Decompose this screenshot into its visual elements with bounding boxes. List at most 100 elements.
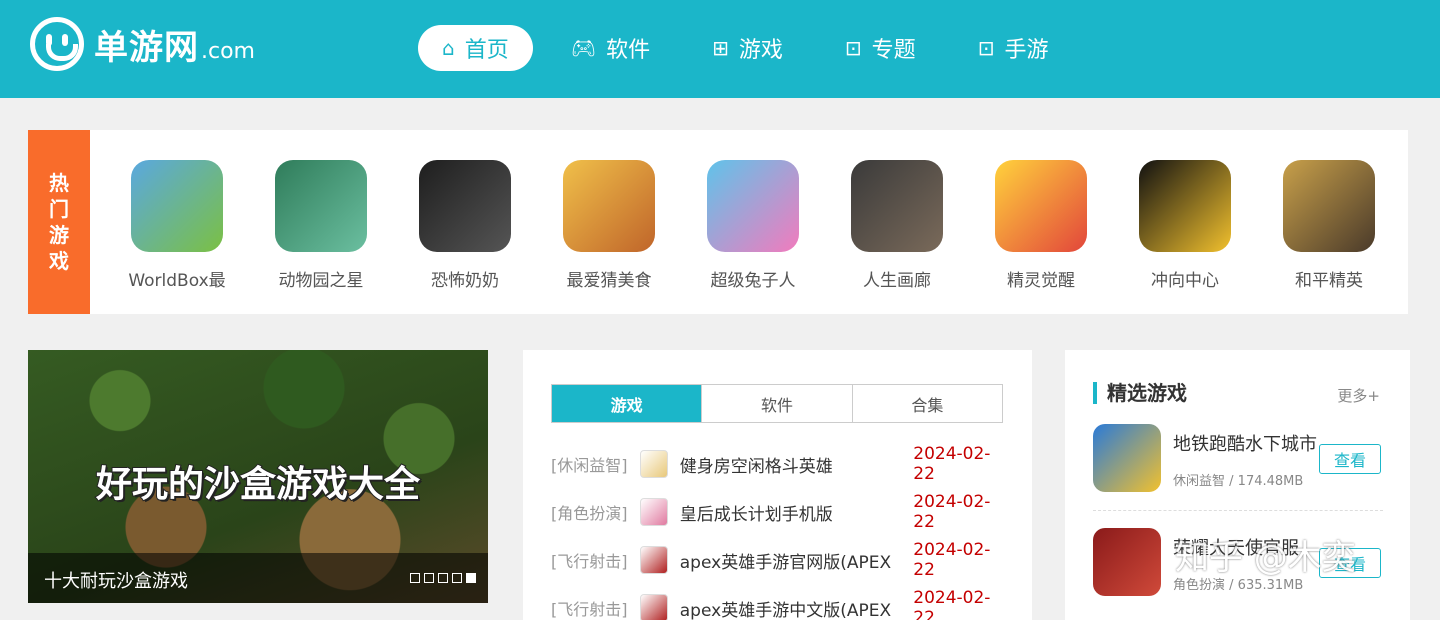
row-title[interactable]: apex英雄手游中文版(APEX xyxy=(680,596,913,620)
banner-caption[interactable]: 十大耐玩沙盒游戏 xyxy=(44,567,188,593)
hot-game-item[interactable]: 超级兔子人 xyxy=(688,160,818,291)
pikachu-icon xyxy=(995,160,1087,252)
game-thumb-icon xyxy=(640,546,668,574)
hot-games-label: 热门游戏 xyxy=(28,130,90,314)
hot-game-name: 精灵觉醒 xyxy=(1007,271,1075,291)
featured-title: 精选游戏 xyxy=(1093,382,1187,404)
hot-games-strip: 热门游戏 WorldBox最 动物园之星 恐怖奶奶 最爱猜美食 超级兔子人 人生画廊 精灵觉… xyxy=(28,130,1408,314)
hot-game-name: 动物园之星 xyxy=(278,271,364,291)
list-row[interactable]: [飞行射击] apex英雄手游中文版(APEX 2024-02-22 xyxy=(551,588,1011,620)
granny-icon xyxy=(419,160,511,252)
planet-zoo-icon xyxy=(275,160,367,252)
game-size: 635.31MB xyxy=(1237,578,1304,593)
game-thumb-icon xyxy=(640,450,668,478)
divider xyxy=(1093,510,1383,511)
center-icon xyxy=(1139,160,1231,252)
hot-game-name: 超级兔子人 xyxy=(710,271,796,291)
banner-pagination xyxy=(406,573,476,583)
game-category: 角色扮演 xyxy=(1173,578,1226,593)
featured-games-panel: 精选游戏 更多+ 地铁跑酷水下城市 休闲益智 / 174.48MB 查看 荣耀大天使官… xyxy=(1065,350,1410,620)
nav-item-1[interactable]: 🎮︎ 软件 xyxy=(547,25,674,71)
food-icon xyxy=(563,160,655,252)
row-category[interactable]: [角色扮演] xyxy=(551,500,640,524)
game-cover-icon xyxy=(1093,528,1161,596)
hot-game-item[interactable]: 恐怖奶奶 xyxy=(400,160,530,291)
hot-game-name: 冲向中心 xyxy=(1151,271,1219,291)
nav-item-3[interactable]: ⊡ 专题 xyxy=(821,25,940,71)
game-size: 174.48MB xyxy=(1237,474,1304,489)
row-title[interactable]: 皇后成长计划手机版 xyxy=(680,500,913,525)
pagination-dot[interactable] xyxy=(452,573,462,583)
row-category[interactable]: [飞行射击] xyxy=(551,596,640,620)
meta-separator: / xyxy=(1225,474,1238,489)
row-title[interactable]: apex英雄手游官网版(APEX xyxy=(680,548,913,573)
row-date: 2024-02-22 xyxy=(913,540,991,580)
worldbox-icon xyxy=(131,160,223,252)
more-link[interactable]: 更多+ xyxy=(1337,385,1380,406)
featured-game-item[interactable]: 地铁跑酷水下城市休闲益智 / 174.48MB 查看 xyxy=(1093,424,1383,494)
nav-item-4[interactable]: ⊡ 手游 xyxy=(954,25,1073,71)
featured-game-meta: 休闲益智 / 174.48MB xyxy=(1173,470,1303,489)
row-date: 2024-02-22 xyxy=(913,492,991,532)
hot-game-item[interactable]: 和平精英 xyxy=(1264,160,1394,291)
game-cover-icon xyxy=(1093,424,1161,492)
row-date: 2024-02-22 xyxy=(913,588,991,620)
peace-elite-icon xyxy=(1283,160,1375,252)
bookmark-icon: ⊡ xyxy=(977,36,995,60)
nav-item-0[interactable]: ⌂ 首页 xyxy=(418,25,533,71)
game-thumb-icon xyxy=(640,498,668,526)
banner-title: 好玩的沙盒游戏大全 xyxy=(95,463,421,506)
pagination-dot[interactable] xyxy=(410,573,420,583)
row-title[interactable]: 健身房空闲格斗英雄 xyxy=(680,452,913,477)
banner-caption-bar: 十大耐玩沙盒游戏 xyxy=(28,553,488,603)
latest-list-panel: 游戏 软件 合集 [休闲益智] 健身房空闲格斗英雄 2024-02-22 [角色扮演] 皇后… xyxy=(523,350,1032,620)
nav-item-2[interactable]: ⊞ 游戏 xyxy=(688,25,807,71)
row-date: 2024-02-22 xyxy=(913,444,991,484)
game-category: 休闲益智 xyxy=(1173,474,1226,489)
gamepad-icon: 🎮︎ xyxy=(570,36,597,60)
hot-game-name: WorldBox最 xyxy=(128,271,226,291)
hot-game-item[interactable]: 精灵觉醒 xyxy=(976,160,1106,291)
portrait-icon xyxy=(851,160,943,252)
hot-game-name: 恐怖奶奶 xyxy=(431,271,499,291)
home-icon: ⌂ xyxy=(442,36,455,60)
list-row[interactable]: [休闲益智] 健身房空闲格斗英雄 2024-02-22 xyxy=(551,444,1011,484)
bunny-icon xyxy=(707,160,799,252)
list-row[interactable]: [飞行射击] apex英雄手游官网版(APEX 2024-02-22 xyxy=(551,540,1011,580)
tab-1[interactable]: 软件 xyxy=(702,385,853,422)
nav-label: 首页 xyxy=(464,38,509,63)
pagination-dot[interactable] xyxy=(438,573,448,583)
hot-game-item[interactable]: 冲向中心 xyxy=(1120,160,1250,291)
grid-icon: ⊞ xyxy=(712,36,729,60)
nav-label: 专题 xyxy=(871,38,916,63)
hot-game-item[interactable]: 动物园之星 xyxy=(256,160,386,291)
nav-label: 游戏 xyxy=(738,38,783,63)
hot-game-item[interactable]: 最爱猜美食 xyxy=(544,160,674,291)
main-nav: ⌂ 首页 🎮︎ 软件 ⊞ 游戏 ⊡ 专题 ⊡ 手游 xyxy=(418,25,1086,71)
row-category[interactable]: [飞行射击] xyxy=(551,548,640,572)
logo-text: 单游网 xyxy=(94,27,199,68)
game-thumb-icon xyxy=(640,594,668,620)
hot-game-name: 和平精英 xyxy=(1295,271,1363,291)
hot-game-item[interactable]: WorldBox最 xyxy=(112,160,242,291)
tab-2[interactable]: 合集 xyxy=(853,385,1002,422)
pagination-dot[interactable] xyxy=(466,573,476,583)
list-tabs: 游戏 软件 合集 xyxy=(551,384,1003,423)
logo-domain: .com xyxy=(201,38,255,64)
nav-label: 软件 xyxy=(606,38,651,63)
watermark-text: 知乎 @木奕 xyxy=(1175,538,1356,578)
site-logo[interactable]: 单游网 .com xyxy=(30,16,255,72)
hot-game-name: 最爱猜美食 xyxy=(566,271,652,291)
site-header: 单游网 .com ⌂ 首页 🎮︎ 软件 ⊞ 游戏 ⊡ 专题 ⊡ 手游 xyxy=(0,0,1440,98)
view-button[interactable]: 查看 xyxy=(1319,444,1381,474)
feature-banner[interactable]: 好玩的沙盒游戏大全 十大耐玩沙盒游戏 xyxy=(28,350,488,603)
list-row[interactable]: [角色扮演] 皇后成长计划手机版 2024-02-22 xyxy=(551,492,1011,532)
bookmark-icon: ⊡ xyxy=(844,36,862,60)
row-category[interactable]: [休闲益智] xyxy=(551,452,640,476)
hot-game-item[interactable]: 人生画廊 xyxy=(832,160,962,291)
pagination-dot[interactable] xyxy=(424,573,434,583)
nav-label: 手游 xyxy=(1004,38,1049,63)
meta-separator: / xyxy=(1225,578,1238,593)
tab-0[interactable]: 游戏 xyxy=(552,385,703,422)
featured-game-name[interactable]: 地铁跑酷水下城市 xyxy=(1173,430,1318,456)
